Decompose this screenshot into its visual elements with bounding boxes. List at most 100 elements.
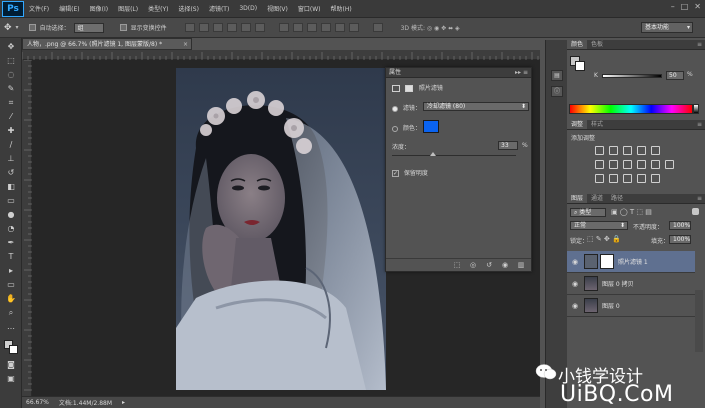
- background-color-swatch[interactable]: [9, 345, 18, 354]
- close-button[interactable]: ✕: [694, 2, 701, 11]
- density-input[interactable]: 33: [498, 141, 518, 150]
- filter-toggle-icon[interactable]: [692, 208, 699, 215]
- mask-icon[interactable]: [404, 85, 413, 92]
- menu-layer[interactable]: 图层(L): [113, 4, 143, 13]
- distribute-vcenter-icon[interactable]: [292, 23, 303, 32]
- blend-mode-dropdown[interactable]: 正常 ⬍: [570, 221, 628, 230]
- eyedropper-tool-icon[interactable]: ⁄: [5, 112, 17, 122]
- layer-row[interactable]: ◉ 图层 0 拷贝: [567, 273, 695, 295]
- gradient-tool-icon[interactable]: ▭: [5, 196, 17, 206]
- move-tool-icon[interactable]: ✥: [5, 42, 17, 52]
- document-image[interactable]: [176, 68, 386, 390]
- 3d-mode-icon[interactable]: 3D 模式: ◎ ◉ ✥ ⬌ ◈: [401, 23, 460, 32]
- menu-type[interactable]: 类型(Y): [143, 4, 173, 13]
- menu-file[interactable]: 文件(F): [24, 4, 54, 13]
- align-top-icon[interactable]: [184, 23, 195, 32]
- quick-mask-icon[interactable]: ◙: [5, 360, 17, 370]
- eraser-tool-icon[interactable]: ◧: [5, 182, 17, 192]
- auto-select-checkbox[interactable]: [28, 24, 36, 31]
- history-panel-icon[interactable]: ▤: [551, 70, 563, 81]
- distribute-bottom-icon[interactable]: [306, 23, 317, 32]
- align-right-icon[interactable]: [254, 23, 265, 32]
- info-panel-icon[interactable]: ⓘ: [551, 86, 563, 97]
- type-tool-icon[interactable]: T: [5, 252, 17, 262]
- quick-select-tool-icon[interactable]: ✎: [5, 84, 17, 94]
- distribute-top-icon[interactable]: [278, 23, 289, 32]
- screen-mode-icon[interactable]: ▣: [5, 374, 17, 384]
- menu-3d[interactable]: 3D(D): [234, 5, 262, 12]
- lasso-tool-icon[interactable]: ◌: [5, 70, 17, 80]
- layer-name[interactable]: 照片滤镜 1: [618, 257, 648, 266]
- color-balance-icon[interactable]: [609, 160, 618, 169]
- visibility-icon[interactable]: ◉: [500, 261, 510, 270]
- auto-select-dropdown[interactable]: 组: [73, 22, 104, 33]
- layer-name[interactable]: 图层 0 拷贝: [602, 279, 634, 288]
- reset-icon[interactable]: ↺: [484, 261, 494, 270]
- density-slider-thumb[interactable]: [429, 152, 436, 156]
- horizontal-ruler[interactable]: [21, 50, 540, 60]
- curves-icon[interactable]: [623, 146, 632, 155]
- layer-row[interactable]: ◉ 图层 0: [567, 295, 695, 317]
- grayscale-ramp[interactable]: [693, 104, 699, 114]
- tab-color[interactable]: 颜色: [567, 40, 588, 49]
- healing-brush-tool-icon[interactable]: ✚: [5, 126, 17, 136]
- eye-icon[interactable]: ◉: [572, 302, 578, 310]
- menu-select[interactable]: 选择(S): [173, 4, 204, 13]
- layer-name[interactable]: 图层 0: [602, 301, 620, 310]
- maximize-button[interactable]: □: [681, 2, 689, 11]
- threshold-icon[interactable]: [623, 174, 632, 183]
- panel-collapse-icon[interactable]: ▸▸ ≡: [515, 68, 528, 78]
- shape-tool-icon[interactable]: ▭: [5, 280, 17, 290]
- eye-icon[interactable]: ◉: [572, 280, 578, 288]
- vertical-ruler[interactable]: [22, 59, 32, 396]
- menu-filter[interactable]: 滤镜(T): [204, 4, 234, 13]
- tab-adjustments[interactable]: 调整: [567, 120, 588, 129]
- trash-icon[interactable]: ▥: [516, 261, 526, 270]
- lock-icons[interactable]: ⬚ ✎ ✥ 🔒: [587, 235, 621, 243]
- selective-color-icon[interactable]: [651, 174, 660, 183]
- show-transform-checkbox[interactable]: [119, 24, 127, 31]
- layers-scrollbar[interactable]: [695, 290, 703, 352]
- color-background-swatch[interactable]: [575, 61, 585, 71]
- color-lookup-icon[interactable]: [665, 160, 674, 169]
- preserve-luminosity-option[interactable]: ✓ 保留明度: [392, 168, 428, 177]
- channel-mixer-icon[interactable]: [651, 160, 660, 169]
- color-option[interactable]: 颜色：: [392, 123, 421, 132]
- opacity-input[interactable]: 100%: [669, 221, 691, 230]
- path-select-tool-icon[interactable]: ▸: [5, 266, 17, 276]
- brightness-icon[interactable]: [595, 146, 604, 155]
- layer-kind-filter[interactable]: ⌕ 类型: [570, 208, 606, 217]
- tab-channels[interactable]: 通道: [587, 194, 607, 203]
- zoom-level[interactable]: 66.67%: [26, 399, 49, 406]
- panel-menu-icon[interactable]: ≡: [697, 120, 702, 130]
- menu-window[interactable]: 窗口(W): [293, 4, 326, 13]
- vibrance-icon[interactable]: [651, 146, 660, 155]
- eye-icon[interactable]: ◉: [572, 258, 578, 266]
- tab-swatches[interactable]: 色板: [587, 40, 607, 49]
- clone-stamp-tool-icon[interactable]: ⊥: [5, 154, 17, 164]
- panel-menu-icon[interactable]: ≡: [697, 40, 702, 50]
- document-tab[interactable]: 人物，.png @ 66.7% (照片滤镜 1, 图层蒙版/8) * ×: [22, 38, 192, 50]
- hue-saturation-icon[interactable]: [595, 160, 604, 169]
- distribute-right-icon[interactable]: [348, 23, 359, 32]
- auto-align-icon[interactable]: [372, 23, 383, 32]
- fill-input[interactable]: 100%: [669, 235, 691, 244]
- marquee-tool-icon[interactable]: ⬚: [5, 56, 17, 66]
- zoom-tool-icon[interactable]: ⌕: [5, 308, 17, 318]
- dodge-tool-icon[interactable]: ◔: [5, 224, 17, 234]
- clip-to-layer-icon[interactable]: ⬚: [452, 261, 462, 270]
- filter-color-swatch[interactable]: [423, 120, 439, 133]
- layer-row[interactable]: ◉ 照片滤镜 1: [567, 251, 695, 273]
- filter-option[interactable]: 滤镜：: [392, 103, 421, 112]
- checkmark-icon[interactable]: ✓: [392, 170, 399, 177]
- close-document-icon[interactable]: ×: [183, 39, 188, 49]
- k-channel-input[interactable]: 50: [666, 71, 684, 80]
- properties-panel-header[interactable]: 属性 ▸▸ ≡: [386, 68, 531, 78]
- document-size[interactable]: 文档:1.44M/2.88M: [59, 398, 112, 407]
- menu-view[interactable]: 视图(V): [262, 4, 293, 13]
- panel-menu-icon[interactable]: ≡: [697, 194, 702, 204]
- layer-filter-icons[interactable]: ▣ ◯ T ⬚ ▤: [611, 208, 652, 216]
- align-hcenter-icon[interactable]: [240, 23, 251, 32]
- status-arrow-icon[interactable]: ▸: [122, 399, 125, 406]
- distribute-left-icon[interactable]: [320, 23, 331, 32]
